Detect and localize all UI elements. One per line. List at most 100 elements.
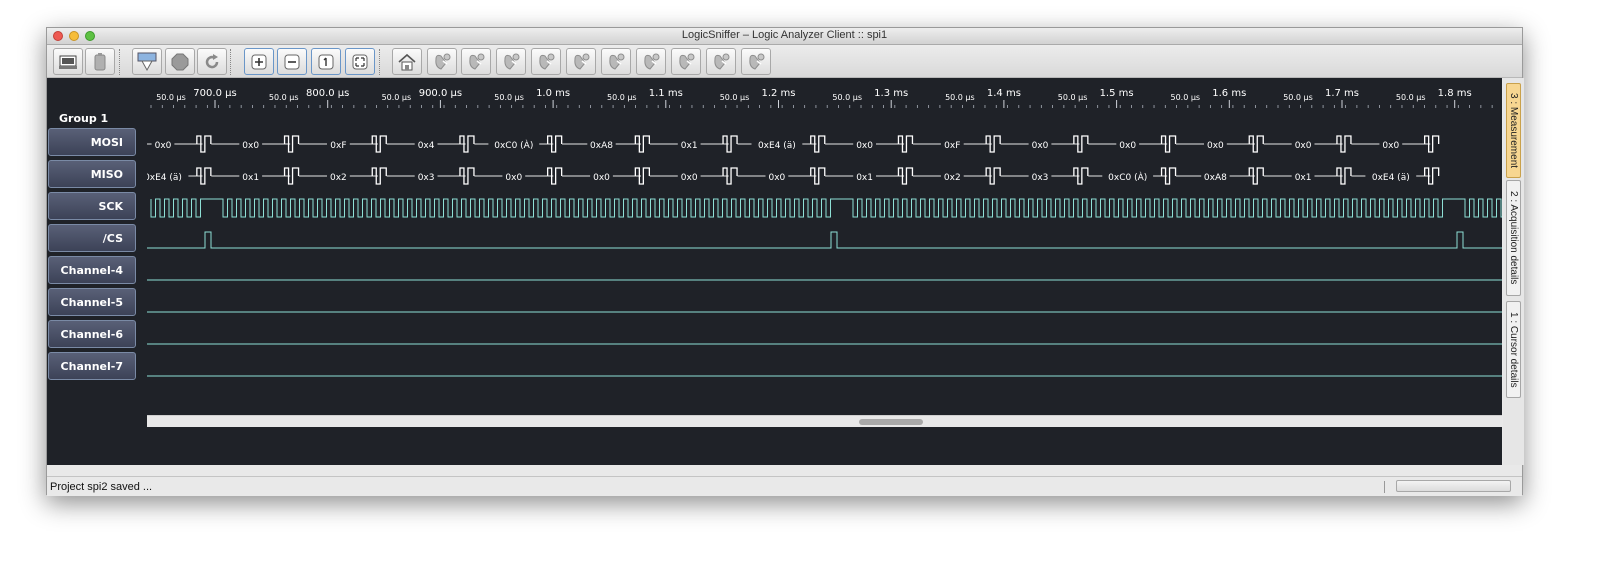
mosi-bus-value: 0x0	[1032, 141, 1049, 151]
miso-bus-value: 0x0	[593, 173, 610, 183]
zoom-in-button[interactable]	[244, 48, 274, 75]
side-tab-label: 3 : Measurement	[1508, 92, 1519, 169]
goto-cursor-3-button[interactable]	[496, 48, 526, 75]
major-time-label: 1.4 ms	[987, 88, 1021, 99]
cursor-marker-icon	[745, 52, 767, 72]
minor-time-label: 50.0 µs	[1170, 93, 1200, 102]
major-time-label: 1.0 ms	[536, 88, 570, 99]
cursor-marker-icon	[605, 52, 627, 72]
side-tab-bar: 3 : Measurement 2 : Acquisition details 1 …	[1503, 78, 1524, 465]
signal-view: Group 1 MOSI MISO SCK/CS Channel-4 Channel-5…	[47, 78, 1502, 465]
major-time-label: 900.0 µs	[419, 88, 462, 99]
zoom-in-icon	[250, 53, 268, 71]
minor-time-label: 50.0 µs	[382, 93, 412, 102]
mosi-bus-value: 0xA8	[590, 141, 613, 151]
repeat-capture-button[interactable]	[197, 48, 227, 75]
channel-label-mosi[interactable]: MOSI	[48, 128, 136, 156]
cursor-marker-icon	[570, 52, 592, 72]
miso-bus-value: 0xA8	[1204, 173, 1227, 183]
zoom-original-button[interactable]	[311, 48, 341, 75]
goto-cursor-7-button[interactable]	[636, 48, 666, 75]
mosi-bus-value: 0xE4 (ä)	[758, 141, 796, 151]
status-message: Project spi2 saved ...	[50, 481, 153, 493]
window-title: LogicSniffer – Logic Analyzer Client :: …	[681, 29, 888, 41]
side-tab-2[interactable]: 2 : Acquisition details	[1506, 180, 1521, 296]
channel-label-miso[interactable]: MISO	[48, 160, 136, 188]
goto-cursor-1-button[interactable]	[427, 48, 457, 75]
sck-trace	[150, 198, 1502, 218]
channel-label-channel-5[interactable]: Channel-5	[48, 288, 136, 316]
mosi-bus-value: 0x0	[1382, 141, 1399, 151]
mosi-bus-value: 0x0	[1119, 141, 1136, 151]
waveform-canvas[interactable]: 700.0 µs 50.0 µs 800.0 µs 50.0 µs 900.0 µs 50…	[147, 78, 1502, 465]
horizontal-scrollbar[interactable]	[147, 415, 1502, 427]
channel-label-sck[interactable]: SCK	[48, 192, 136, 220]
save-project-button[interactable]	[85, 48, 115, 75]
zoom-original-icon	[317, 53, 335, 71]
cursor-marker-icon	[640, 52, 662, 72]
major-time-label: 1.3 ms	[874, 88, 908, 99]
stop-icon	[171, 53, 189, 71]
minor-time-label: 50.0 µs	[720, 93, 750, 102]
mosi-bus-value: 0x0	[155, 141, 172, 151]
minor-time-label: 50.0 µs	[607, 93, 637, 102]
major-time-label: 1.1 ms	[649, 88, 683, 99]
repeat-icon	[203, 53, 221, 71]
cs-trace	[147, 231, 1502, 249]
toolbar-separator	[230, 49, 232, 75]
mosi-bus-value: 0x0	[856, 141, 873, 151]
zoom-all-button[interactable]	[345, 48, 375, 75]
channel-label-channel-7[interactable]: Channel-7	[48, 352, 136, 380]
miso-bus-value: 0x1	[856, 173, 873, 183]
time-ruler: 700.0 µs 50.0 µs 800.0 µs 50.0 µs 900.0 µs 50…	[150, 88, 1493, 108]
mosi-bus-value: 0x0	[1295, 141, 1312, 151]
minor-time-label: 50.0 µs	[1396, 93, 1426, 102]
major-time-label: 800.0 µs	[306, 88, 349, 99]
group-label: Group 1	[59, 112, 109, 125]
channel-label-cs[interactable]: /CS	[48, 224, 136, 252]
capture-button[interactable]	[132, 48, 162, 75]
miso-bus-value: 0x1	[1295, 173, 1312, 183]
signal-traces: 0x0 0x0 0xF 0x4 0xC0 (À) 0xA8 0x1 0xE4 (ä) 0x0 0x…	[147, 135, 1502, 377]
goto-cursor-9-button[interactable]	[706, 48, 736, 75]
miso-bus-value: 0x3	[418, 173, 435, 183]
miso-bus-value: 0x0	[681, 173, 698, 183]
goto-cursor-6-button[interactable]	[601, 48, 631, 75]
stop-capture-button[interactable]	[165, 48, 195, 75]
mosi-bus-value: 0x0	[1207, 141, 1224, 151]
goto-cursor-2-button[interactable]	[461, 48, 491, 75]
goto-cursor-5-button[interactable]	[566, 48, 596, 75]
minor-time-label: 50.0 µs	[269, 93, 299, 102]
side-tab-3[interactable]: 1 : Cursor details	[1506, 301, 1521, 398]
capture-icon	[136, 52, 158, 72]
zoom-out-button[interactable]	[277, 48, 307, 75]
minor-time-label: 50.0 µs	[156, 93, 186, 102]
side-tab-1[interactable]: 3 : Measurement	[1506, 83, 1521, 178]
channel-label-channel-4[interactable]: Channel-4	[48, 256, 136, 284]
cursor-marker-icon	[500, 52, 522, 72]
cursor-marker-icon	[710, 52, 732, 72]
title-bar: LogicSniffer – Logic Analyzer Client :: …	[47, 28, 1522, 45]
home-icon	[396, 52, 418, 72]
major-time-label: 700.0 µs	[193, 88, 236, 99]
scrollbar-thumb[interactable]	[859, 419, 923, 425]
miso-bus-value: 0x2	[944, 173, 961, 183]
goto-cursor-10-button[interactable]	[741, 48, 771, 75]
app-window: LogicSniffer – Logic Analyzer Client :: …	[46, 27, 1524, 496]
mosi-bus-value: 0x4	[418, 141, 435, 151]
toolbar-separator	[119, 49, 121, 75]
cursor-marker-icon	[535, 52, 557, 72]
miso-bus-value: 0x3	[1032, 173, 1049, 183]
miso-bus-value: 0xC0 (À)	[1108, 171, 1147, 183]
minor-time-label: 50.0 µs	[832, 93, 862, 102]
channel-label-channel-6[interactable]: Channel-6	[48, 320, 136, 348]
minor-time-label: 50.0 µs	[1283, 93, 1313, 102]
goto-cursor-8-button[interactable]	[671, 48, 701, 75]
goto-cursor-4-button[interactable]	[531, 48, 561, 75]
open-project-button[interactable]	[53, 48, 83, 75]
miso-bus-value: 0x0	[769, 173, 786, 183]
goto-trigger-button[interactable]	[392, 48, 422, 75]
minor-time-label: 50.0 µs	[494, 93, 524, 102]
zoom-all-icon	[351, 53, 369, 71]
miso-bus-value: 0x0	[505, 173, 522, 183]
